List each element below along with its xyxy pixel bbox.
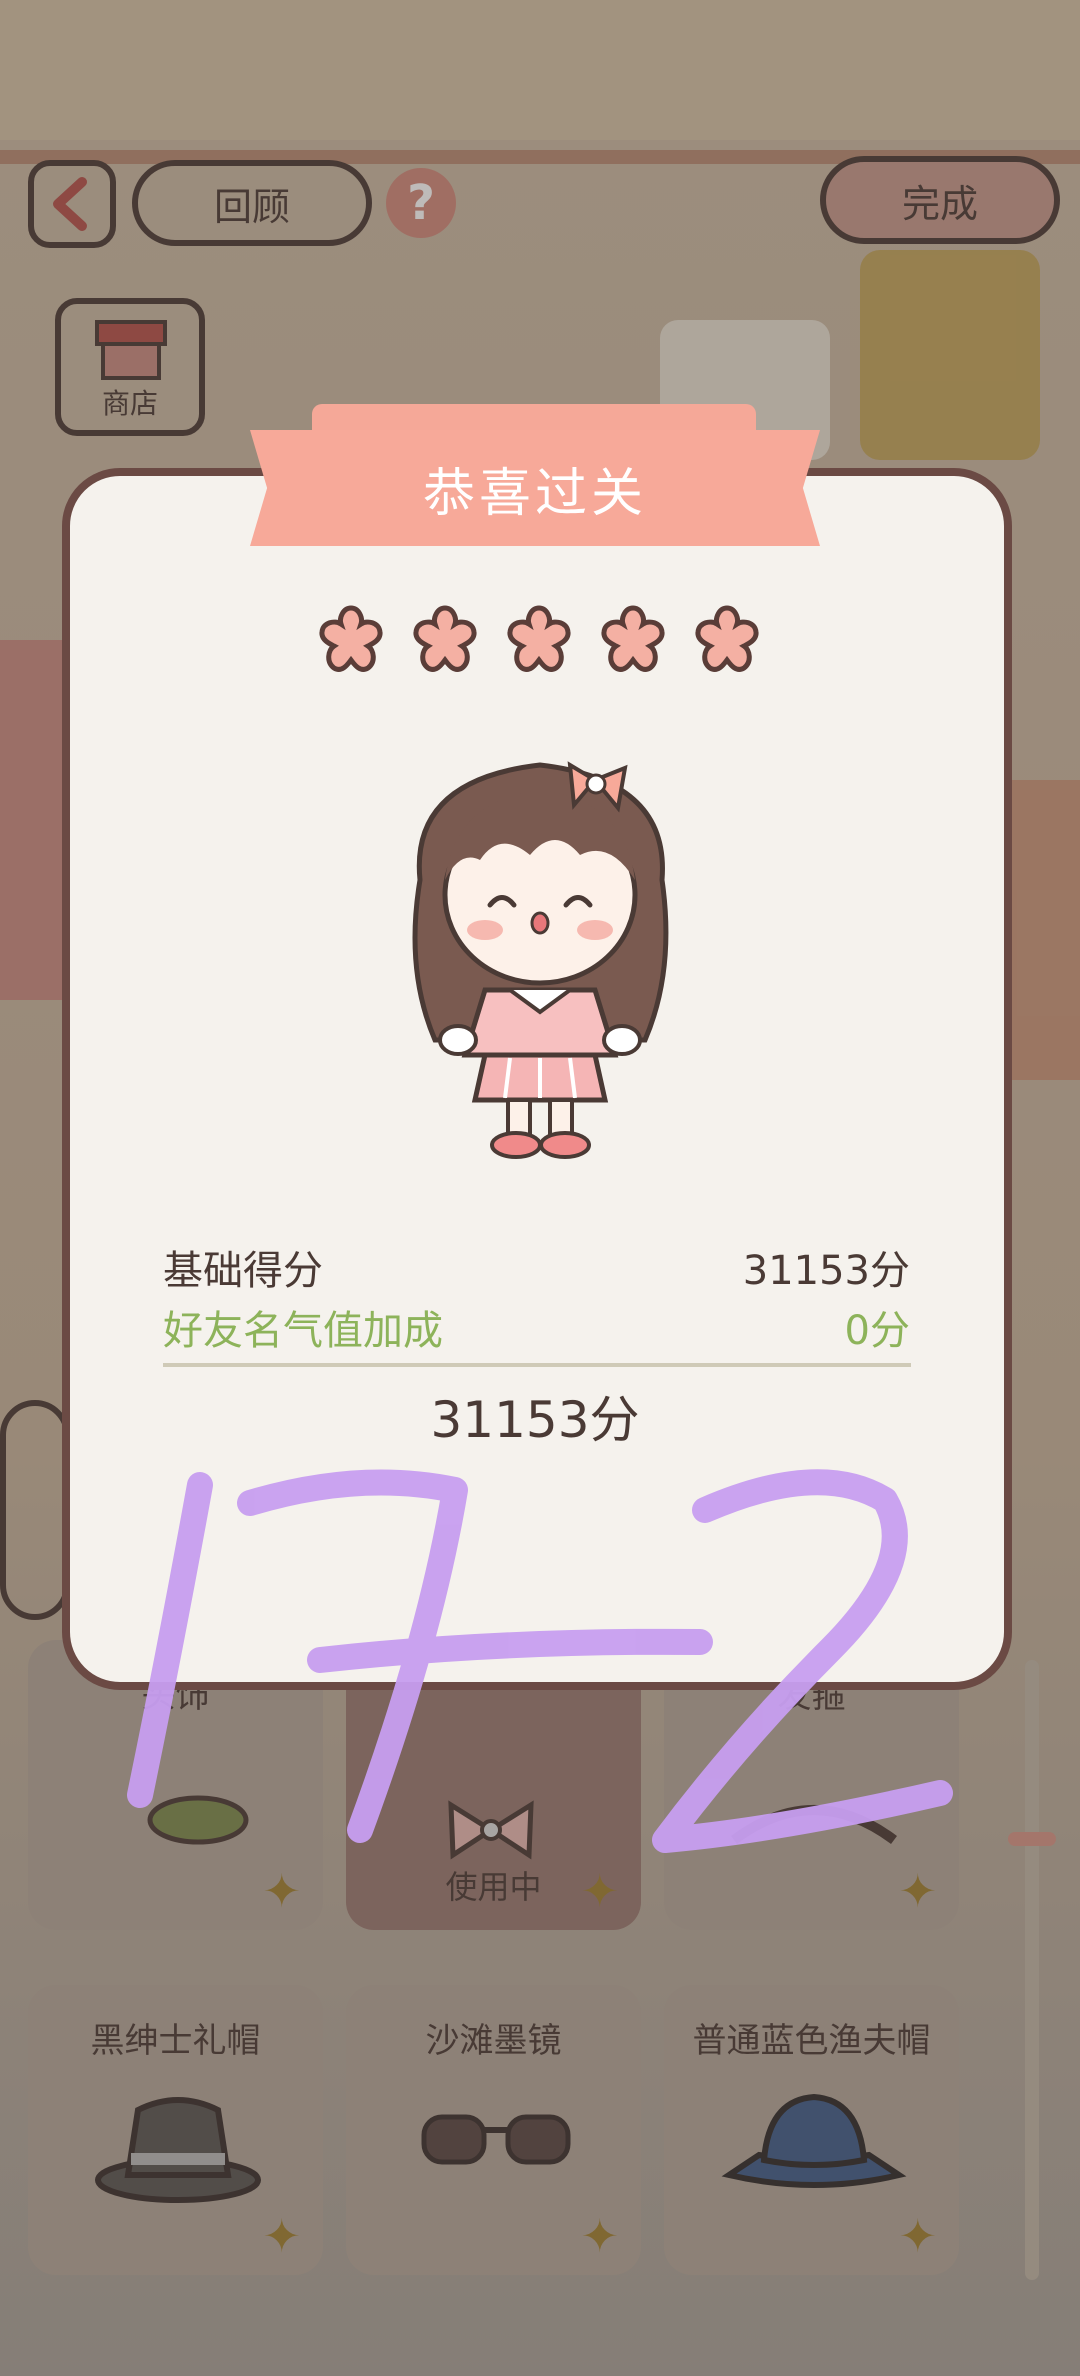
score-divider: [163, 1363, 911, 1367]
star-rating: [314, 602, 764, 676]
star-icon: [695, 605, 759, 672]
base-score-value: 31153分: [742, 1248, 910, 1294]
character-illustration: [412, 761, 669, 1159]
friend-bonus-label: 好友名气值加成: [163, 1308, 443, 1354]
star-icon: [319, 605, 383, 672]
star-icon: [413, 605, 477, 672]
star-icon: [601, 605, 665, 672]
friend-bonus-value: 0分: [844, 1308, 910, 1354]
dialog-title: 恭喜过关: [250, 430, 820, 546]
base-score-label: 基础得分: [163, 1248, 323, 1294]
star-icon: [507, 605, 571, 672]
total-score: 31153分: [430, 1391, 640, 1449]
